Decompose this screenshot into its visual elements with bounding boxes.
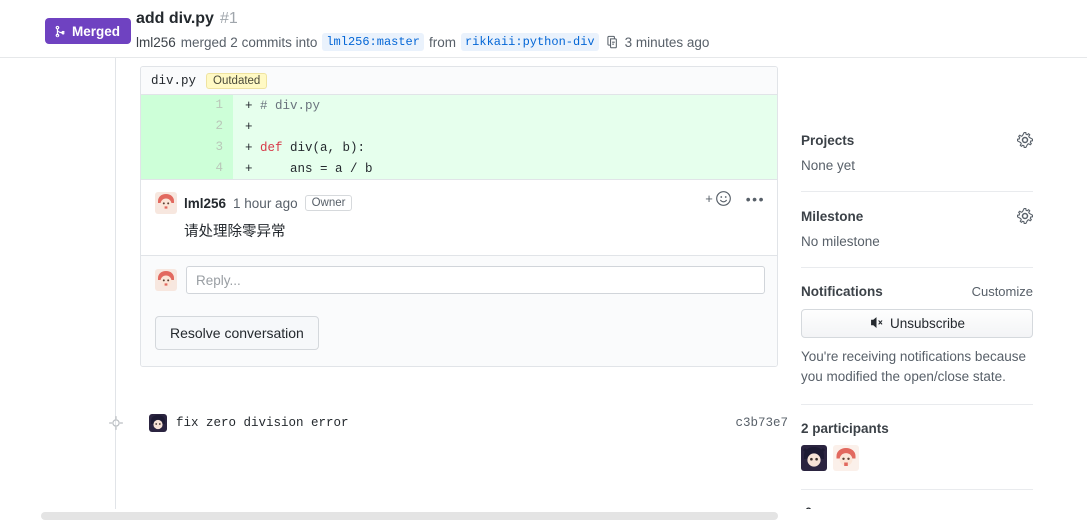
resolve-row: Resolve conversation [141, 304, 777, 366]
milestone-value: No milestone [801, 234, 880, 249]
participants-header: 2 participants [801, 421, 1033, 436]
participants-list [801, 445, 1033, 472]
reply-input[interactable] [186, 266, 765, 294]
diff-code-text: # div.py [260, 98, 321, 113]
diff-marker: + [245, 98, 253, 113]
notifications-description: You're receiving notifications because y… [801, 349, 1026, 384]
kebab-menu-icon[interactable]: ••• [746, 192, 765, 206]
comment-body: 请处理除零异常 [184, 224, 286, 240]
pull-request-page: Merged add div.py #1 lml256 merged 2 com… [0, 0, 1087, 523]
diff-line-code: + def div(a, b): [233, 141, 365, 155]
diff-file-name[interactable]: div.py [151, 74, 196, 88]
diff-line-code: + [233, 120, 260, 134]
diff-code-text: div(a, b): [282, 140, 366, 155]
commit-message[interactable]: fix zero division error [176, 416, 349, 430]
pr-author-link[interactable]: lml256 [136, 35, 176, 50]
notifications-title: Notifications [801, 284, 883, 299]
divider [801, 489, 1033, 491]
diff-line-code: + ans = a / b [233, 162, 373, 176]
pr-header: Merged add div.py #1 lml256 merged 2 com… [0, 0, 1087, 58]
comment-author[interactable]: lml256 [184, 196, 226, 211]
diff-row: 3 + def div(a, b): [141, 137, 777, 158]
diff-marker: + [245, 119, 253, 134]
gear-icon[interactable] [1017, 132, 1033, 148]
sidebar-section-participants: 2 participants [801, 405, 1033, 491]
sidebar-section-projects: Projects None yet [801, 116, 1033, 192]
gear-icon[interactable] [1017, 208, 1033, 224]
base-branch-ref[interactable]: lml256:master [322, 33, 424, 51]
comment-header: lml256 1 hour ago Owner + ••• [141, 180, 777, 214]
diff-block: 1 + # div.py 2 + 3 + def div(a, b): 4 + … [141, 95, 777, 179]
notifications-header: Notifications Customize [801, 284, 1033, 299]
projects-header: Projects [801, 132, 1033, 148]
milestone-title: Milestone [801, 208, 864, 224]
pr-number: #1 [219, 10, 238, 27]
comment-actions: + ••• [705, 190, 765, 207]
avatar[interactable] [833, 445, 859, 472]
status-badge-label: Merged [72, 23, 121, 39]
commit-dot-icon [108, 415, 124, 431]
add-reaction-icon[interactable]: + [705, 190, 732, 207]
comment-timestamp: 1 hour ago [233, 195, 298, 211]
unsubscribe-label: Unsubscribe [889, 316, 966, 331]
diff-row: 1 + # div.py [141, 95, 777, 116]
timeline-commit-row: fix zero division error c3b73e7 [108, 410, 788, 436]
diff-line-code: + # div.py [233, 99, 320, 113]
mute-icon [869, 315, 884, 333]
avatar[interactable] [149, 414, 167, 432]
milestone-header: Milestone [801, 208, 1033, 224]
git-merge-icon [54, 25, 67, 38]
customize-link[interactable]: Customize [972, 284, 1033, 299]
unsubscribe-button[interactable]: Unsubscribe [801, 309, 1033, 338]
diff-line-number: 3 [141, 137, 233, 158]
diff-marker: + [245, 140, 253, 155]
pr-subtitle: lml256 merged 2 commits into lml256:mast… [136, 33, 709, 51]
avatar[interactable] [801, 445, 827, 472]
pr-title-line: add div.py #1 [136, 10, 238, 28]
sidebar-section-notifications: Notifications Customize Unsubscribe You'… [801, 268, 1033, 406]
avatar[interactable] [155, 269, 177, 291]
review-thread-card: div.py Outdated 1 + # div.py 2 + 3 + def… [140, 66, 778, 367]
projects-title: Projects [801, 132, 855, 148]
copy-branch-icon[interactable] [606, 35, 620, 49]
pr-timestamp: 3 minutes ago [624, 34, 710, 50]
sidebar-section-milestone: Milestone No milestone [801, 192, 1033, 268]
resolve-conversation-button[interactable]: Resolve conversation [155, 316, 319, 350]
timeline-rail [115, 58, 116, 513]
sidebar: Projects None yet Milestone No milestone… [801, 116, 1033, 523]
status-badge-merged: Merged [45, 18, 132, 44]
scrollbar-thumb[interactable] [41, 512, 778, 520]
pr-body: div.py Outdated 1 + # div.py 2 + 3 + def… [0, 58, 1087, 523]
comment-role-badge: Owner [304, 195, 353, 211]
diff-code-text: ans = a / b [260, 161, 373, 176]
reply-row [141, 255, 777, 304]
diff-row: 4 + ans = a / b [141, 158, 777, 179]
head-branch-ref[interactable]: rikkaii:python-div [460, 33, 599, 51]
pr-from-text: from [428, 34, 456, 50]
avatar[interactable] [155, 192, 177, 214]
pr-merged-text: merged 2 commits into [180, 34, 318, 50]
diff-file-header: div.py Outdated [141, 67, 777, 95]
plus-glyph: + [705, 191, 713, 206]
commit-sha[interactable]: c3b73e7 [735, 416, 788, 430]
review-comment: lml256 1 hour ago Owner + ••• 请处理除零异常 [141, 179, 777, 255]
outdated-badge: Outdated [206, 72, 268, 89]
participants-title: 2 participants [801, 421, 889, 437]
diff-line-number: 2 [141, 116, 233, 137]
diff-marker: + [245, 161, 253, 176]
page-title: add div.py [136, 10, 214, 27]
projects-value: None yet [801, 158, 856, 173]
diff-line-number: 4 [141, 158, 233, 179]
diff-code-keyword: def [260, 140, 283, 155]
horizontal-scrollbar[interactable] [0, 509, 1087, 523]
diff-line-number: 1 [141, 95, 233, 116]
diff-row: 2 + [141, 116, 777, 137]
